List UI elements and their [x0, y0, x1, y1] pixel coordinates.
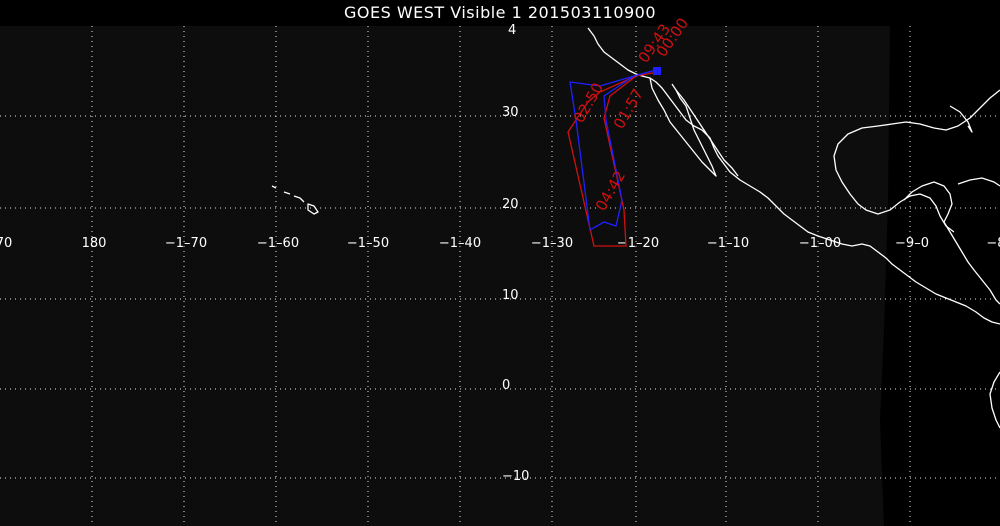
lon-label: −1–10 — [707, 236, 749, 251]
aircraft-position-marker — [653, 67, 661, 75]
lon-label: −1–30 — [531, 236, 573, 251]
lon-label: −1–60 — [257, 236, 299, 251]
lat-label: −10 — [502, 469, 529, 484]
image-area — [0, 26, 880, 526]
south-america-coast — [989, 371, 1000, 429]
satellite-viewer: GOES WEST Visible 1 201503110900 4 30 20… — [0, 0, 1000, 526]
cuba-coast — [957, 177, 1000, 187]
lon-label: −1–70 — [165, 236, 207, 251]
satellite-map: 4 30 20 10 0 −10 70 180 −1–70 −1–60 −1–5… — [0, 15, 1000, 526]
lat-label: 20 — [502, 197, 519, 212]
lon-label: −1–00 — [799, 236, 841, 251]
lon-label: −8 — [986, 236, 1000, 251]
lon-label: −9–0 — [895, 236, 929, 251]
lat-label: 0 — [502, 378, 510, 393]
lat-label: 30 — [502, 105, 519, 120]
yucatan-coast — [903, 181, 953, 223]
image-edge — [880, 26, 890, 526]
top-tick-label: 4 — [508, 23, 516, 38]
lat-label: 10 — [502, 288, 519, 303]
lon-label: −1–50 — [347, 236, 389, 251]
central-america-coast — [943, 221, 1000, 305]
lon-label: −1–40 — [439, 236, 481, 251]
lon-label: 180 — [82, 236, 107, 251]
lon-label: −1–20 — [617, 236, 659, 251]
lon-label: 70 — [0, 236, 12, 251]
